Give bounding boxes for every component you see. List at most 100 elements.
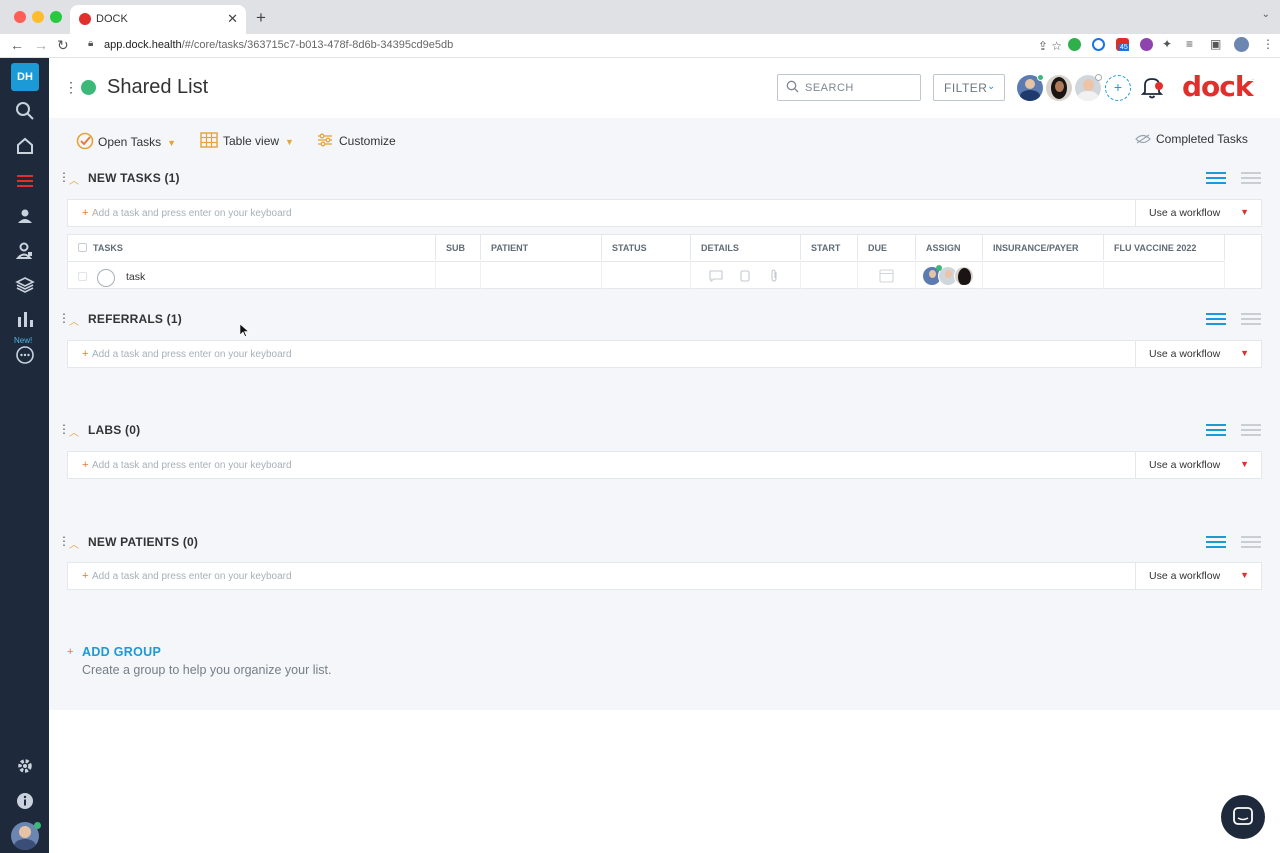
column-header-assign[interactable]: ASSIGN <box>916 235 983 260</box>
search-input[interactable]: SEARCH <box>777 74 921 101</box>
use-workflow-dropdown[interactable]: Use a workflow ▼ <box>1135 200 1261 226</box>
close-window-button[interactable] <box>14 11 26 23</box>
complete-task-circle[interactable] <box>97 269 115 287</box>
collapse-caret-icon[interactable]: ︿ <box>69 172 79 187</box>
comment-icon[interactable] <box>709 270 723 282</box>
add-task-input[interactable]: + Add a task and press enter on your key… <box>67 451 1262 479</box>
maximize-window-button[interactable] <box>50 11 62 23</box>
tab-search-chevron-icon[interactable]: ⌄ <box>1262 9 1270 20</box>
task-list-icon[interactable] <box>15 171 35 191</box>
table-view-dropdown[interactable]: Table view ▼ <box>200 132 294 148</box>
info-icon[interactable] <box>15 791 35 811</box>
layers-icon[interactable] <box>15 275 35 295</box>
task-name[interactable]: task <box>126 271 145 283</box>
gmail-extension-icon[interactable]: 45 <box>1116 38 1129 51</box>
flu-vaccine-cell[interactable] <box>1104 261 1225 289</box>
list-status-dot <box>81 80 96 95</box>
evernote-extension-icon[interactable] <box>1068 38 1081 51</box>
column-header-details[interactable]: DETAILS <box>691 235 801 260</box>
compact-view-icon[interactable] <box>1206 536 1226 551</box>
compact-view-icon[interactable] <box>1206 424 1226 439</box>
group-title[interactable]: REFERRALS (1) <box>88 312 182 326</box>
add-task-input[interactable]: + Add a task and press enter on your key… <box>67 199 1262 227</box>
app-sidebar: DH New! <box>0 58 49 853</box>
clipboard-icon[interactable] <box>740 269 750 282</box>
use-workflow-dropdown[interactable]: Use a workflow ▼ <box>1135 341 1261 367</box>
column-header-due[interactable]: DUE <box>858 235 916 260</box>
reading-list-icon[interactable]: ≡ <box>1186 37 1193 51</box>
completed-tasks-toggle[interactable]: Completed Tasks <box>1135 132 1248 146</box>
member-avatar-2[interactable] <box>1046 75 1072 101</box>
color-extension-icon[interactable] <box>1140 38 1153 51</box>
patient-cell[interactable] <box>481 261 602 289</box>
patient-icon[interactable] <box>15 241 35 261</box>
column-header-status[interactable]: STATUS <box>602 235 691 260</box>
group-title[interactable]: NEW PATIENTS (0) <box>88 535 198 549</box>
compact-view-icon[interactable] <box>1206 313 1226 328</box>
analytics-icon[interactable] <box>15 309 35 329</box>
column-header-tasks[interactable]: TASKS <box>68 235 436 260</box>
page-header: ⋮ Shared List SEARCH FILTER ⌄ + dock ⋮ <box>49 58 1280 118</box>
tab-close-icon[interactable]: ✕ <box>227 11 238 27</box>
column-header-sub[interactable]: SUB <box>436 235 481 260</box>
forward-icon[interactable]: → <box>34 37 48 53</box>
back-icon[interactable]: ← <box>10 37 24 53</box>
group-title[interactable]: NEW TASKS (1) <box>88 171 180 185</box>
chat-icon[interactable] <box>15 345 35 365</box>
column-header-patient[interactable]: PATIENT <box>481 235 602 260</box>
brand-menu-dots-icon[interactable]: ⋮ <box>1249 79 1257 87</box>
settings-gear-icon[interactable] <box>15 756 35 776</box>
support-chat-button[interactable] <box>1221 795 1265 839</box>
group-title[interactable]: LABS (0) <box>88 423 140 437</box>
assign-cell[interactable] <box>916 261 983 289</box>
due-date-cell[interactable] <box>858 261 916 289</box>
compact-view-icon[interactable] <box>1206 172 1226 187</box>
add-task-input[interactable]: + Add a task and press enter on your key… <box>67 562 1262 590</box>
search-icon[interactable] <box>15 101 35 121</box>
open-tasks-dropdown[interactable]: Open Tasks ▼ <box>76 132 176 150</box>
insurance-cell[interactable] <box>983 261 1104 289</box>
users-icon[interactable] <box>15 206 35 226</box>
open-tasks-label: Open Tasks <box>98 135 162 149</box>
collapse-caret-icon[interactable]: ︿ <box>69 424 79 439</box>
calendar-icon <box>879 269 894 283</box>
list-view-icon[interactable] <box>1241 536 1261 551</box>
list-view-icon[interactable] <box>1241 313 1261 328</box>
use-workflow-dropdown[interactable]: Use a workflow ▼ <box>1135 452 1261 478</box>
select-all-checkbox[interactable] <box>78 243 87 252</box>
profile-avatar[interactable] <box>1234 37 1249 52</box>
add-member-button[interactable]: + <box>1105 75 1131 101</box>
dh-logo[interactable]: DH <box>11 63 39 91</box>
list-view-icon[interactable] <box>1241 172 1261 187</box>
chevron-down-icon: ▼ <box>1240 348 1249 358</box>
column-header-flu-vaccine[interactable]: FLU VACCINE 2022 <box>1104 235 1225 260</box>
sub-cell[interactable] <box>436 261 481 289</box>
side-panel-icon[interactable]: ▣ <box>1210 37 1221 51</box>
status-cell[interactable] <box>602 261 691 289</box>
customize-button[interactable]: Customize <box>317 132 396 148</box>
reload-icon[interactable]: ↻ <box>57 37 69 54</box>
grammarly-extension-icon[interactable] <box>1092 38 1105 51</box>
use-workflow-dropdown[interactable]: Use a workflow ▼ <box>1135 563 1261 589</box>
column-header-insurance[interactable]: INSURANCE/PAYER <box>983 235 1104 260</box>
add-task-input[interactable]: + Add a task and press enter on your key… <box>67 340 1262 368</box>
home-icon[interactable] <box>15 136 35 156</box>
puzzle-extensions-icon[interactable]: ✦ <box>1162 37 1172 51</box>
minimize-window-button[interactable] <box>32 11 44 23</box>
browser-menu-icon[interactable]: ⋮ <box>1262 37 1274 51</box>
new-tab-icon[interactable]: + <box>256 8 266 28</box>
collapse-caret-icon[interactable]: ︿ <box>69 313 79 328</box>
list-view-icon[interactable] <box>1241 424 1261 439</box>
search-icon <box>786 80 799 93</box>
share-star-icons[interactable]: ⇪ ☆ <box>1038 39 1062 53</box>
url-field[interactable]: 🔒︎ app.dock.health/#/core/tasks/363715c7… <box>82 35 1062 56</box>
gmail-badge: 45 <box>1119 44 1129 51</box>
list-menu-kebab-icon[interactable]: ⋮ <box>64 80 78 94</box>
start-date-cell[interactable] <box>801 261 858 289</box>
row-checkbox[interactable] <box>78 272 87 281</box>
attachment-icon[interactable] <box>769 269 779 282</box>
column-header-start[interactable]: START <box>801 235 858 260</box>
filter-button[interactable]: FILTER ⌄ <box>933 74 1005 101</box>
collapse-caret-icon[interactable]: ︿ <box>69 536 79 551</box>
browser-tab[interactable]: DOCK ✕ <box>70 5 246 34</box>
